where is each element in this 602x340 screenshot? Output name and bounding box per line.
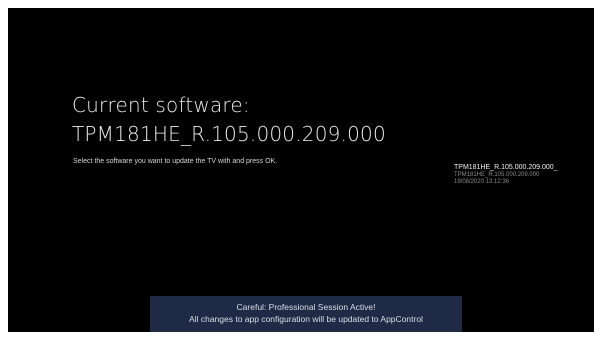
tv-screen: Current software: TPM181HE_R.105.000.209… — [8, 8, 594, 332]
toast-line-detail: All changes to app configuration will be… — [189, 313, 423, 324]
instruction-text: Select the software you want to update t… — [73, 158, 278, 165]
toast-line-warning: Careful: Professional Session Active! — [236, 302, 376, 312]
software-item-date: 19/08/2020 13:12:36 — [454, 179, 510, 185]
current-software-version: TPM181HE_R.105.000.209.000 — [72, 122, 386, 146]
software-item-name: TPM181HE_R.105.000.209.000_ — [454, 164, 558, 171]
professional-session-toast: Careful: Professional Session Active! Al… — [150, 296, 462, 332]
software-item-version: TPM181HE_R.105.000.209.000 — [454, 172, 540, 178]
current-software-heading: Current software: — [72, 93, 250, 117]
software-list-item[interactable]: TPM181HE_R.105.000.209.000_ TPM181HE_R.1… — [454, 163, 588, 186]
